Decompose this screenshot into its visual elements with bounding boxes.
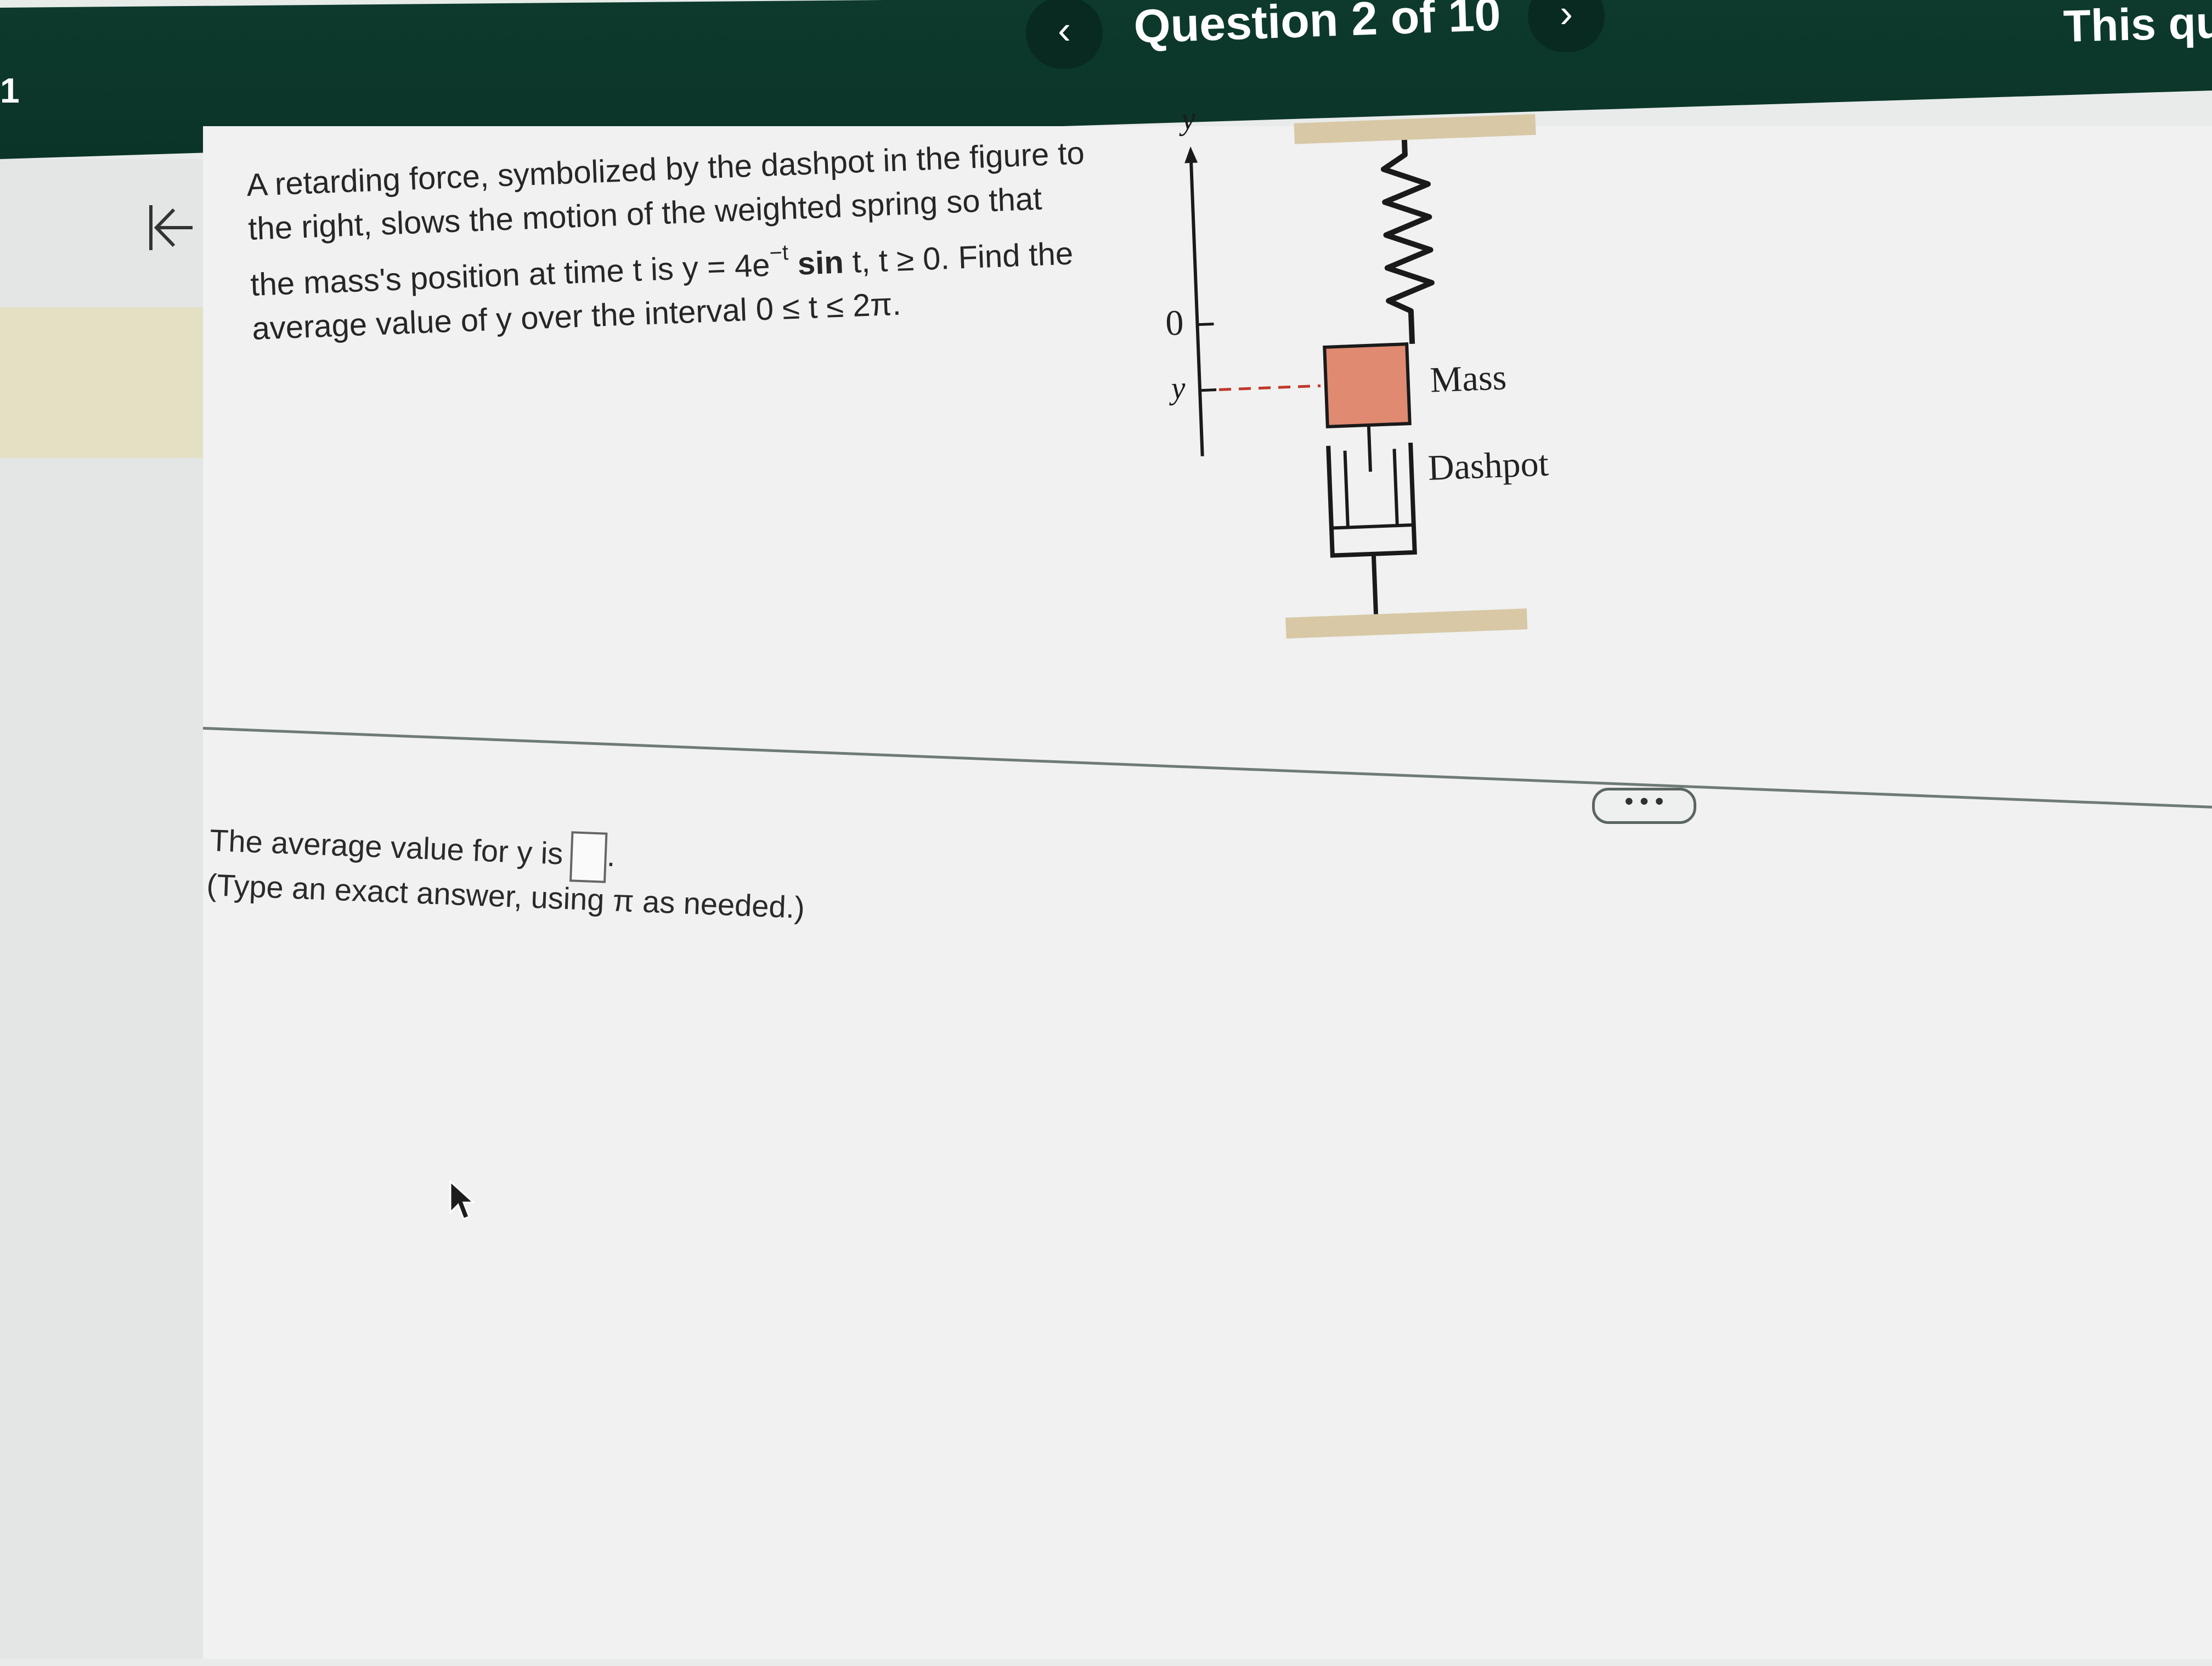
zero-tick	[1197, 323, 1214, 326]
question-text: A retarding force, symbolized by the das…	[246, 131, 1108, 351]
exponent-text: −t	[769, 240, 789, 266]
axis-y-label: y	[1170, 369, 1186, 406]
mass-block	[1323, 342, 1412, 428]
axis-zero-label: 0	[1164, 302, 1184, 343]
dashpot-inner-left	[1343, 450, 1350, 528]
dashpot-piston	[1331, 523, 1414, 530]
floor-bar	[1285, 608, 1528, 639]
dashpot-rod	[1367, 425, 1373, 472]
dashpot-inner-right	[1392, 449, 1399, 526]
sin-text: sin	[788, 244, 844, 283]
axis-label-top: y	[1180, 100, 1197, 137]
y-tick	[1200, 388, 1217, 392]
answer-period: .	[606, 838, 616, 873]
dashpot-label: Dashpot	[1427, 443, 1550, 488]
more-options-button[interactable]: • • •	[1592, 788, 1696, 824]
spring-dashpot-figure: y 0 y Mass Dashpot	[1144, 78, 1638, 671]
answer-prompt-text: The average value for y is	[209, 822, 564, 871]
ceiling-bar	[1294, 114, 1536, 144]
spring-coil	[1380, 139, 1435, 344]
figure-drawing	[1184, 114, 1536, 639]
answer-input-box[interactable]	[569, 831, 608, 883]
position-dashed-line	[1218, 384, 1321, 391]
y-axis-arrow	[1184, 146, 1198, 163]
mass-label: Mass	[1429, 357, 1508, 400]
mouse-cursor-icon	[449, 1179, 475, 1220]
question-line-3-suffix: t, t ≥ 0. Find the	[843, 235, 1074, 280]
y-axis-line	[1189, 154, 1204, 456]
dashpot-base-rod	[1371, 554, 1379, 614]
